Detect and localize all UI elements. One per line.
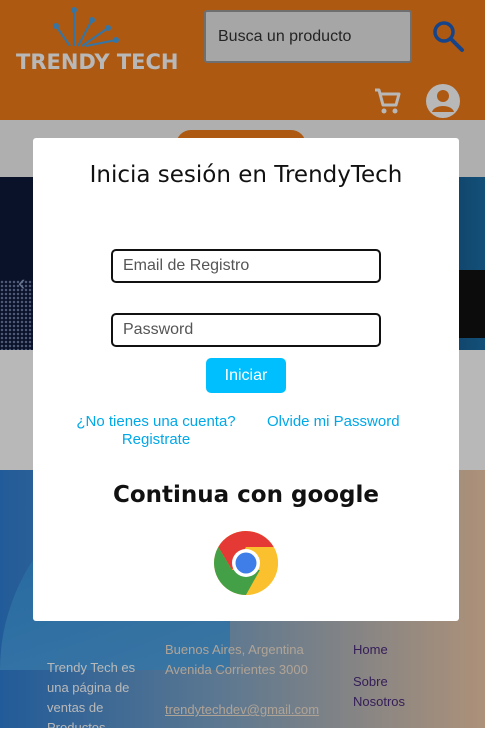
- chrome-icon: [214, 531, 278, 595]
- modal-title: Inicia sesión en TrendyTech: [89, 162, 403, 188]
- login-modal: Inicia sesión en TrendyTech Iniciar ¿No …: [33, 138, 459, 621]
- register-link-line: ¿No tienes una cuenta?: [76, 413, 236, 430]
- email-field[interactable]: [111, 249, 381, 283]
- register-link[interactable]: ¿No tienes una cuenta? Registrate: [71, 413, 241, 449]
- google-login-button[interactable]: [213, 530, 279, 596]
- register-link-line: Registrate: [121, 431, 191, 448]
- login-button[interactable]: Iniciar: [206, 358, 286, 393]
- forgot-password-link[interactable]: Olvide mi Password: [267, 413, 400, 430]
- google-section-title: Continua con google: [112, 482, 380, 508]
- password-field[interactable]: [111, 313, 381, 347]
